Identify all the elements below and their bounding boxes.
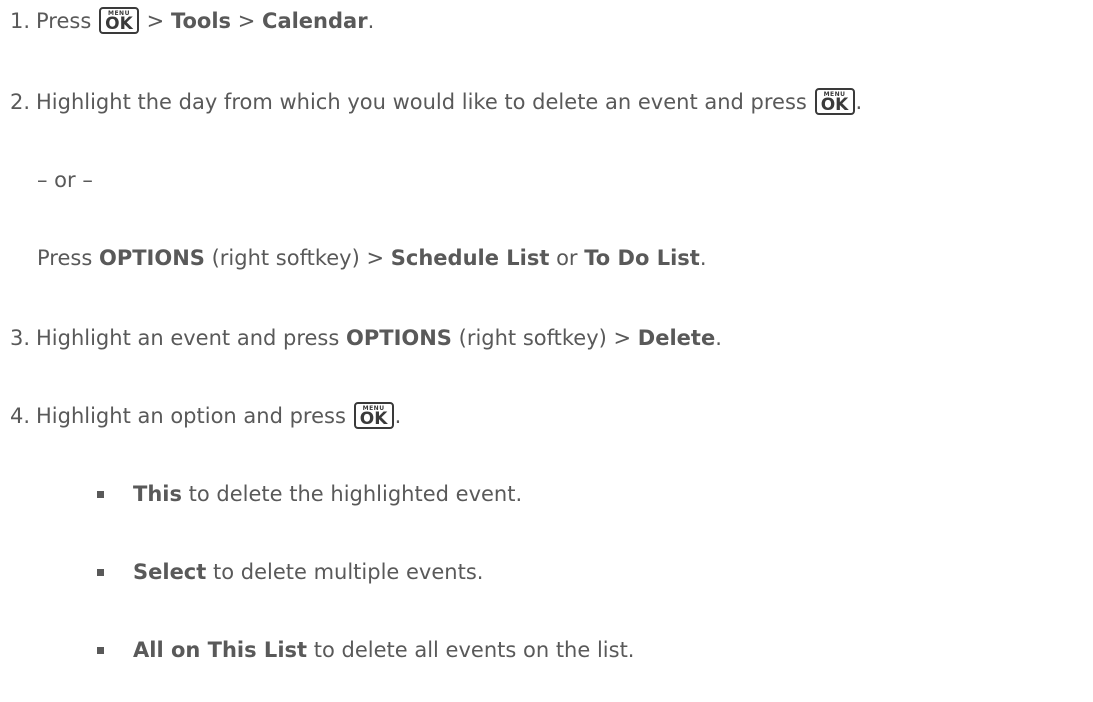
step-number: 3. xyxy=(10,326,31,350)
bullet-icon xyxy=(97,491,104,498)
schedule-list: Schedule List xyxy=(390,246,550,270)
menu-ok-key-icon: MENU OK xyxy=(814,87,855,115)
menu-ok-key-icon: MENU OK xyxy=(98,6,139,34)
step-text: Highlight an option and press MENU OK. xyxy=(36,401,401,431)
options-softkey: OPTIONS xyxy=(98,246,205,270)
step-number: 2. xyxy=(10,90,31,114)
delete-option: Delete xyxy=(637,326,716,350)
options-softkey: OPTIONS xyxy=(346,326,452,350)
menu-path-tools: Tools xyxy=(170,9,232,33)
bullet-icon xyxy=(97,569,104,576)
step-number: 4. xyxy=(10,404,31,428)
step-number: 1. xyxy=(10,9,31,33)
menu-path-calendar: Calendar xyxy=(262,9,368,33)
bullet-icon xyxy=(97,647,104,654)
to-do-list: To Do List xyxy=(584,246,700,270)
or-separator: – or – xyxy=(37,168,93,192)
option-term: Select xyxy=(133,560,207,584)
step-text: Highlight the day from which you would l… xyxy=(36,87,862,117)
step-text: Press OPTIONS (right softkey) > Schedule… xyxy=(37,246,707,270)
option-term: This xyxy=(133,482,182,506)
option-term: All on This List xyxy=(133,638,308,662)
step-text: Highlight an event and press OPTIONS (ri… xyxy=(36,326,722,350)
step-text: Press MENU OK > Tools > Calendar. xyxy=(36,6,374,36)
menu-ok-key-icon: MENU OK xyxy=(353,401,394,429)
